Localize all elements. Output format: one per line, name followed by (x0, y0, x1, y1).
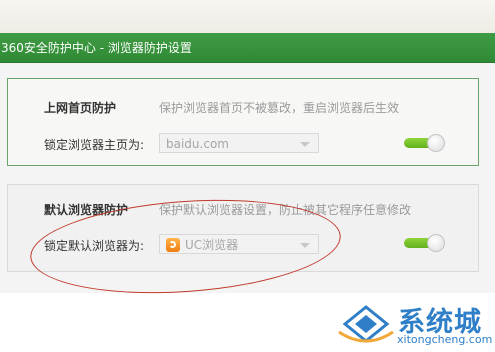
toggle-knob (427, 234, 445, 252)
homepage-select[interactable]: baidu.com (159, 133, 319, 153)
default-browser-protection-description: 保护默认浏览器设置，防止被其它程序任意修改 (159, 203, 412, 217)
uc-browser-icon (166, 238, 180, 252)
chevron-down-icon (300, 142, 310, 147)
default-browser-protection-title: 默认浏览器防护 (44, 203, 129, 217)
chevron-down-icon (300, 243, 310, 248)
homepage-protection-description: 保护浏览器首页不被篡改，重启浏览器后生效 (159, 101, 400, 115)
default-browser-protection-toggle[interactable] (404, 234, 446, 252)
homepage-protection-section: 上网首页防护 保护浏览器首页不被篡改，重启浏览器后生效 锁定浏览器主页为: ba… (7, 78, 479, 166)
homepage-select-value: baidu.com (166, 137, 229, 151)
default-browser-lock-label: 锁定默认浏览器为: (44, 239, 145, 253)
watermark-url: xitongcheng.com (397, 333, 493, 346)
window-titlebar: 360安全防护中心 - 浏览器防护设置 (0, 33, 495, 63)
default-browser-select-value: UC浏览器 (185, 238, 239, 252)
homepage-protection-title: 上网首页防护 (44, 101, 117, 115)
homepage-lock-label: 锁定浏览器主页为: (44, 138, 145, 152)
watermark-logo-icon (338, 305, 394, 343)
homepage-protection-toggle[interactable] (404, 134, 446, 152)
default-browser-protection-section: 默认浏览器防护 保护默认浏览器设置，防止被其它程序任意修改 锁定默认浏览器为: … (7, 184, 479, 272)
toggle-knob (427, 134, 445, 152)
default-browser-select[interactable]: UC浏览器 (159, 234, 319, 254)
window-title: 360安全防护中心 - 浏览器防护设置 (1, 41, 192, 55)
top-strip (0, 0, 495, 33)
